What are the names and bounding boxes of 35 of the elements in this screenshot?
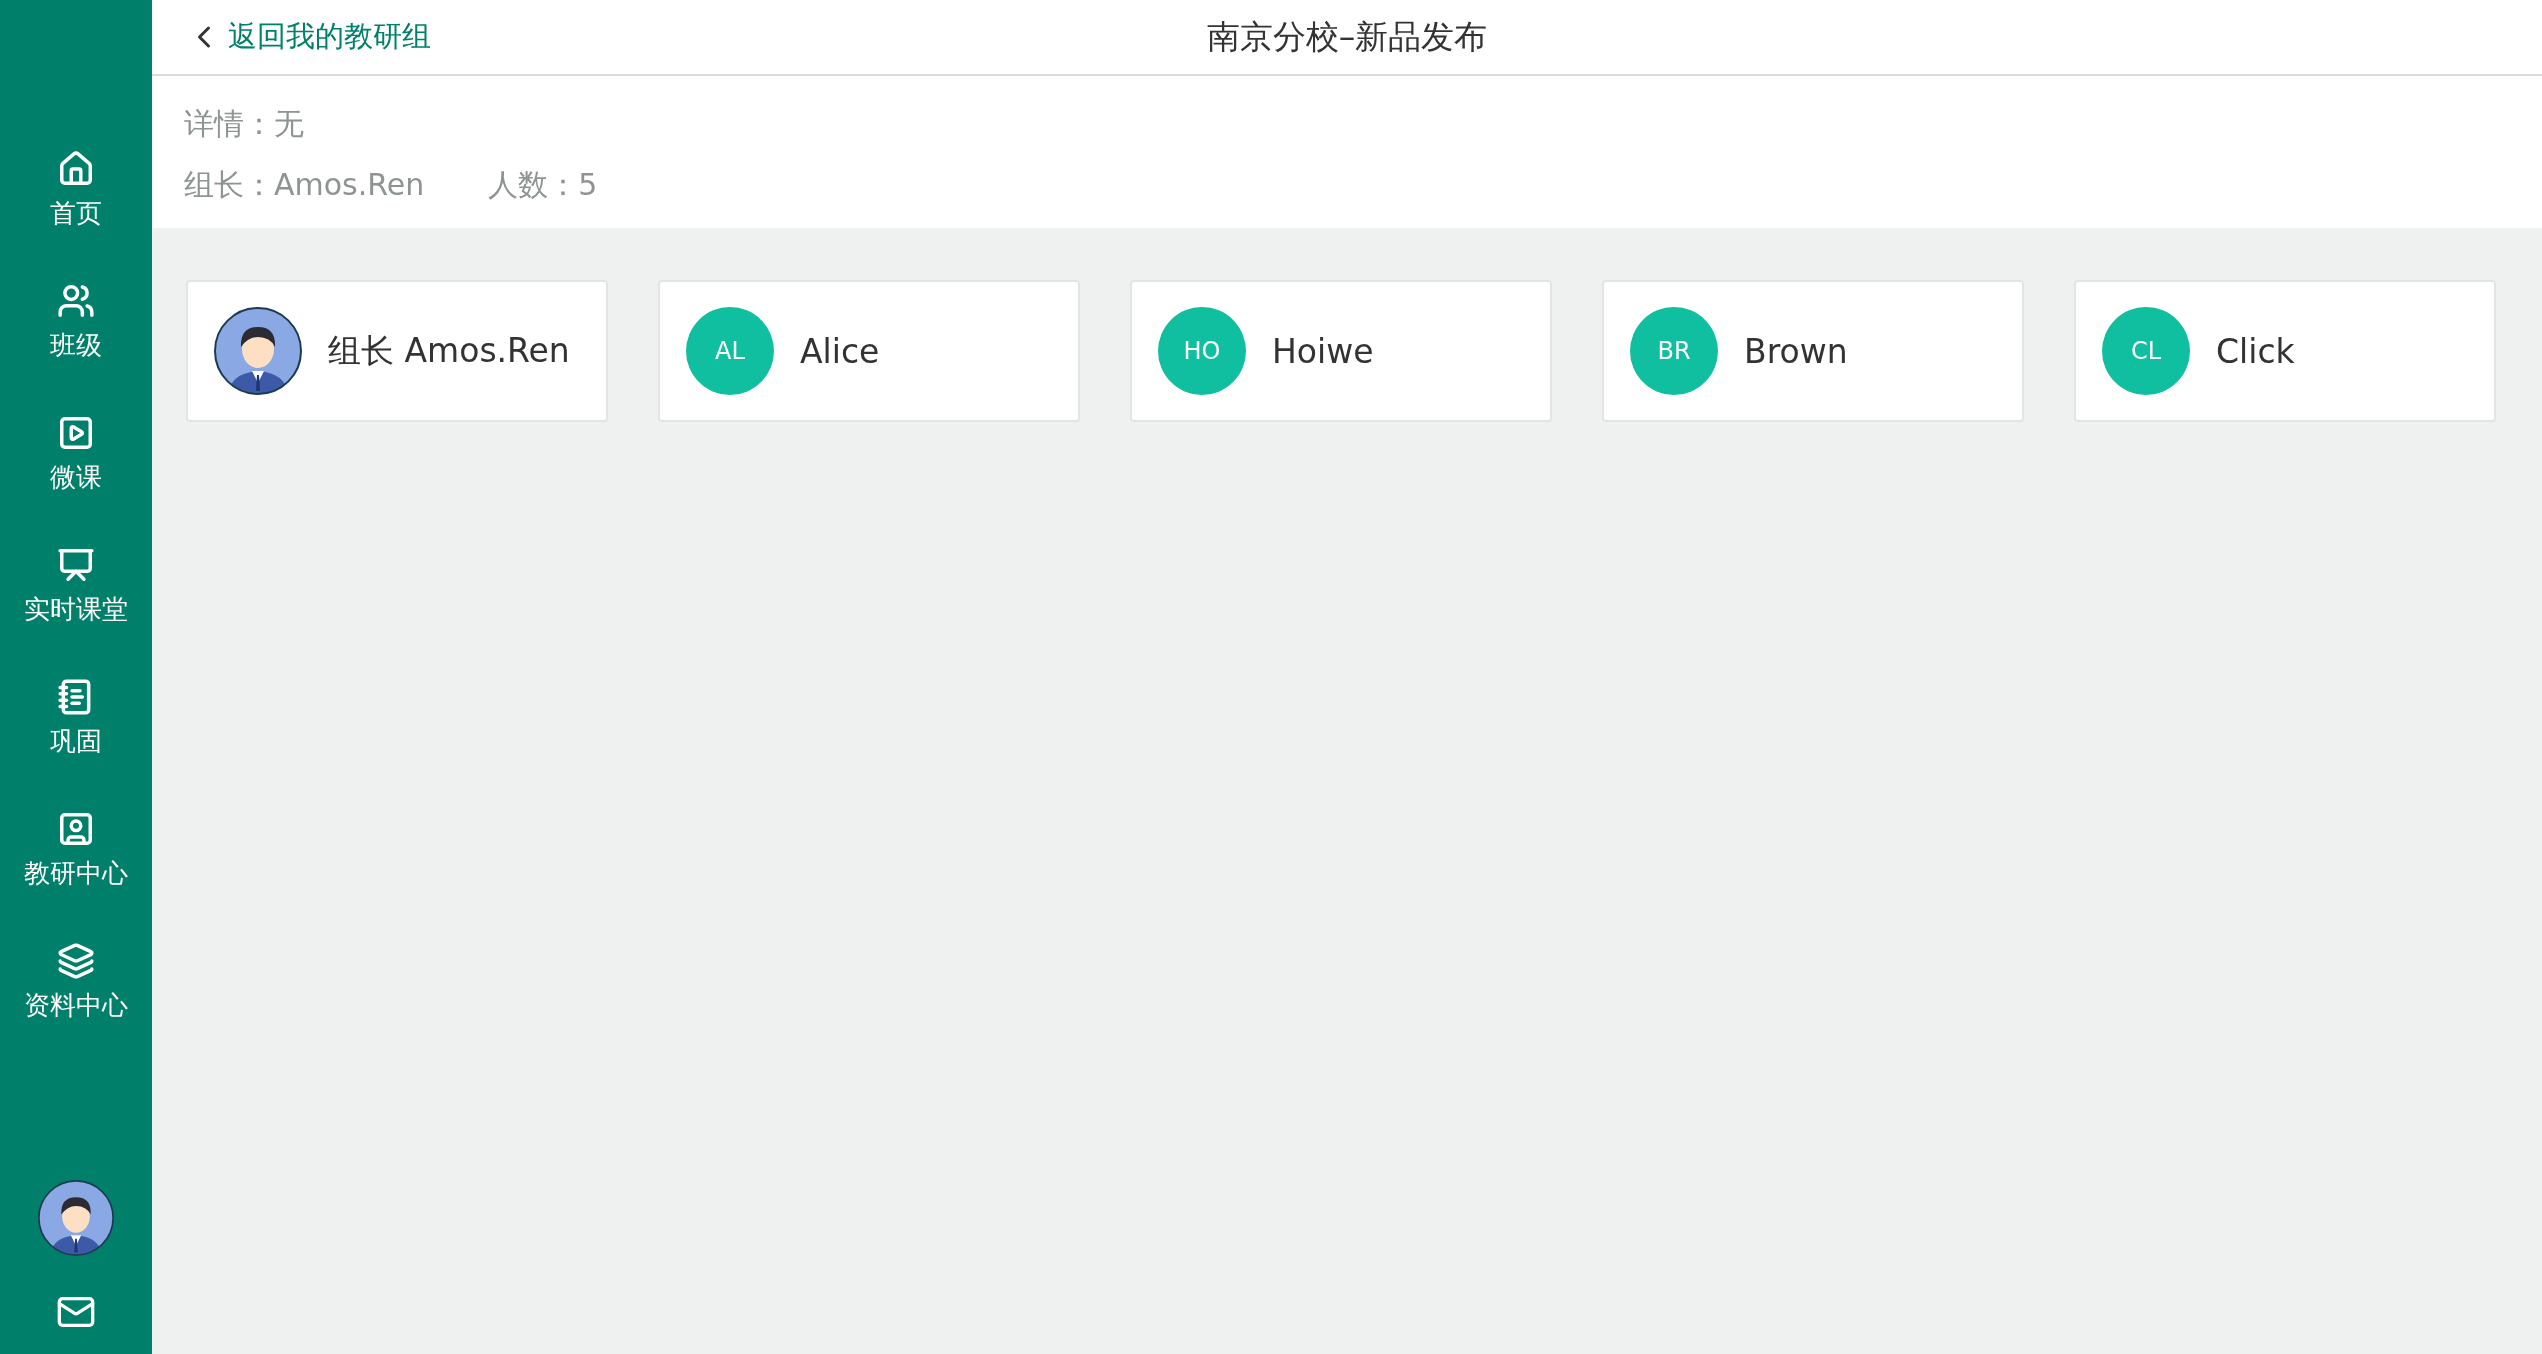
back-link-label[interactable]: 返回我的教研组 <box>228 17 431 57</box>
member-card[interactable]: 组长 Amos.Ren <box>186 280 608 422</box>
play-icon <box>57 414 95 452</box>
member-name: 组长 Amos.Ren <box>328 329 570 372</box>
initials-avatar: CL <box>2102 307 2190 395</box>
sidebar-item[interactable]: 资料中心 <box>24 942 128 1074</box>
back-link[interactable]: 返回我的教研组 <box>186 17 431 57</box>
member-card[interactable]: HO Hoiwe <box>1130 280 1552 422</box>
presentation-icon <box>57 546 95 584</box>
sidebar-item[interactable]: 巩固 <box>50 678 102 810</box>
member-count: 人数：5 <box>488 166 598 204</box>
sidebar-item[interactable]: 班级 <box>50 282 102 414</box>
initials-avatar: HO <box>1158 307 1246 395</box>
leader-text: 组长：Amos.Ren <box>184 166 425 204</box>
member-card[interactable]: CL Click <box>2074 280 2496 422</box>
member-name: Brown <box>1744 331 1848 371</box>
member-card[interactable]: AL Alice <box>658 280 1080 422</box>
sidebar-item[interactable]: 教研中心 <box>24 810 128 942</box>
member-name: Alice <box>800 331 880 371</box>
home-icon <box>57 150 95 188</box>
users-icon <box>57 282 95 320</box>
initials-avatar: AL <box>686 307 774 395</box>
initials-avatar: BR <box>1630 307 1718 395</box>
avatar-icon <box>38 1180 114 1256</box>
page-title: 南京分校–新品发布 <box>1206 15 1488 58</box>
sidebar-item[interactable]: 微课 <box>50 414 102 546</box>
details-text: 详情：无 <box>184 105 305 143</box>
avatar-icon <box>214 307 302 395</box>
member-name: Click <box>2216 331 2295 371</box>
sidebar-item[interactable]: 实时课堂 <box>24 546 128 678</box>
member-card[interactable]: BR Brown <box>1602 280 2024 422</box>
contact-card-icon <box>57 810 95 848</box>
sidebar-item[interactable]: 首页 <box>50 150 102 282</box>
member-name: Hoiwe <box>1272 331 1374 371</box>
layers-icon <box>57 942 95 980</box>
